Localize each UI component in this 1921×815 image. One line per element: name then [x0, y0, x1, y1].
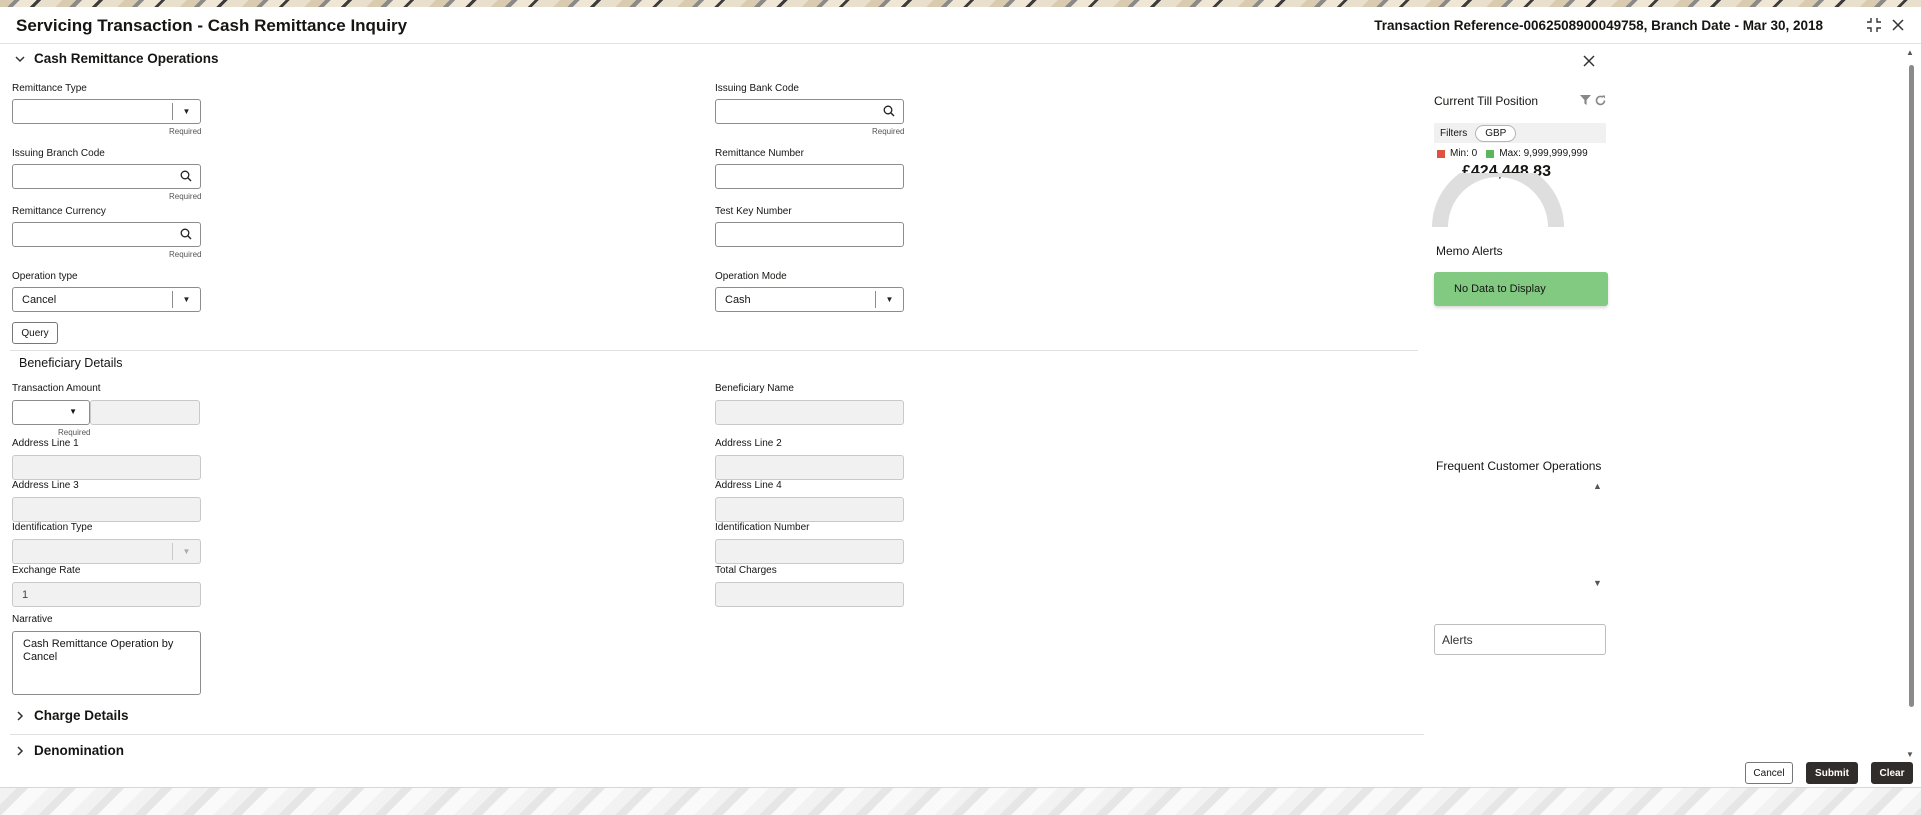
close-window-icon[interactable]: [1888, 15, 1908, 35]
chevron-down-icon[interactable]: ▼: [172, 291, 200, 308]
narrative-textarea[interactable]: Cash Remittance Operation by Cancel: [12, 631, 201, 695]
page-title: Servicing Transaction - Cash Remittance …: [16, 16, 408, 35]
max-legend-swatch: [1486, 149, 1495, 158]
till-legend: Min: 0 Max: 9,999,999,999: [1437, 148, 1588, 159]
chevron-right-icon: [14, 710, 26, 721]
min-legend-label: Min: 0: [1450, 148, 1478, 159]
section-denomination[interactable]: Denomination: [14, 743, 124, 758]
chevron-down-icon[interactable]: ▼: [172, 103, 200, 120]
scroll-down-icon[interactable]: ▼: [1593, 578, 1602, 588]
memo-alerts-title: Memo Alerts: [1436, 244, 1503, 258]
chevron-down-icon: [14, 54, 26, 64]
filters-label: Filters: [1440, 127, 1468, 139]
identification-number-input[interactable]: [715, 539, 904, 564]
identification-type-select[interactable]: ▼: [12, 539, 201, 564]
clear-button[interactable]: Clear: [1871, 762, 1913, 784]
remittance-type-select[interactable]: ▼: [12, 99, 201, 124]
required-hint: Required: [169, 192, 202, 201]
issuing-bank-code-input[interactable]: [715, 99, 904, 124]
submit-button[interactable]: Submit: [1806, 762, 1858, 784]
operation-mode-label: Operation Mode: [715, 271, 787, 282]
address-line-2-input[interactable]: [715, 455, 904, 480]
filter-icon[interactable]: [1580, 93, 1591, 111]
minimize-icon[interactable]: [1864, 15, 1884, 35]
total-charges-label: Total Charges: [715, 565, 777, 576]
remittance-currency-input[interactable]: [12, 222, 201, 247]
frequent-customer-operations-title: Frequent Customer Operations: [1436, 459, 1602, 473]
scrollbar-up-arrow[interactable]: ▲: [1906, 48, 1914, 57]
exchange-rate-label: Exchange Rate: [12, 565, 81, 576]
remittance-currency-label: Remittance Currency: [12, 206, 106, 217]
narrative-label: Narrative: [12, 614, 53, 625]
refresh-icon[interactable]: [1595, 93, 1606, 111]
remittance-number-label: Remittance Number: [715, 148, 804, 159]
till-filters-bar: Filters GBP: [1434, 123, 1606, 143]
search-icon[interactable]: [180, 228, 192, 240]
section-divider: [10, 350, 1418, 351]
chevron-right-icon: [14, 745, 26, 756]
section-charge-details[interactable]: Charge Details: [14, 708, 129, 723]
operation-mode-select[interactable]: Cash ▼: [715, 287, 904, 312]
chevron-down-icon[interactable]: ▼: [875, 291, 903, 308]
operation-type-select[interactable]: Cancel ▼: [12, 287, 201, 312]
chevron-down-icon[interactable]: ▼: [69, 407, 77, 416]
scroll-up-icon[interactable]: ▲: [1593, 481, 1602, 491]
issuing-branch-code-label: Issuing Branch Code: [12, 148, 105, 159]
background-strip-bottom: [0, 788, 1921, 815]
address-line-3-label: Address Line 3: [12, 480, 79, 491]
required-hint: Required: [169, 127, 202, 136]
required-hint: Required: [58, 428, 91, 437]
issuing-branch-code-input[interactable]: [12, 164, 201, 189]
background-strip-top: [0, 0, 1921, 7]
current-till-position-title: Current Till Position: [1434, 94, 1539, 108]
beneficiary-name-label: Beneficiary Name: [715, 383, 794, 394]
window-header: Servicing Transaction - Cash Remittance …: [0, 7, 1921, 44]
transaction-amount-input[interactable]: [90, 400, 200, 425]
beneficiary-name-input[interactable]: [715, 400, 904, 425]
section-cash-remittance-operations[interactable]: Cash Remittance Operations: [14, 51, 219, 66]
test-key-number-input[interactable]: [715, 222, 904, 247]
scrollbar-down-arrow[interactable]: ▼: [1906, 750, 1914, 759]
chevron-down-icon[interactable]: ▼: [172, 543, 200, 560]
required-hint: Required: [169, 250, 202, 259]
transaction-reference: Transaction Reference-0062508900049758, …: [1374, 18, 1823, 33]
identification-number-label: Identification Number: [715, 522, 810, 533]
operation-type-label: Operation type: [12, 271, 78, 282]
address-line-4-input[interactable]: [715, 497, 904, 522]
address-line-3-input[interactable]: [12, 497, 201, 522]
address-line-4-label: Address Line 4: [715, 480, 782, 491]
section-title: Charge Details: [34, 708, 129, 723]
query-button[interactable]: Query: [12, 322, 58, 344]
cancel-button[interactable]: Cancel: [1745, 762, 1793, 784]
beneficiary-details-title: Beneficiary Details: [19, 356, 123, 370]
memo-alerts-empty: No Data to Display: [1434, 272, 1608, 306]
max-legend-label: Max: 9,999,999,999: [1499, 148, 1588, 159]
section-title: Cash Remittance Operations: [34, 51, 219, 66]
section-title: Denomination: [34, 743, 124, 758]
search-icon[interactable]: [883, 105, 895, 117]
till-gauge: [1432, 173, 1564, 227]
alerts-box[interactable]: Alerts: [1434, 624, 1606, 655]
min-legend-swatch: [1437, 149, 1445, 158]
transaction-amount-label: Transaction Amount: [12, 383, 101, 394]
close-panel-icon[interactable]: [1583, 51, 1595, 72]
address-line-1-input[interactable]: [12, 455, 201, 480]
identification-type-label: Identification Type: [12, 522, 93, 533]
transaction-amount-currency-select[interactable]: ▼: [12, 400, 90, 425]
search-icon[interactable]: [180, 170, 192, 182]
currency-chip-gbp[interactable]: GBP: [1475, 124, 1517, 142]
remittance-number-input[interactable]: [715, 164, 904, 189]
address-line-2-label: Address Line 2: [715, 438, 782, 449]
issuing-bank-code-label: Issuing Bank Code: [715, 83, 799, 94]
transaction-window: Servicing Transaction - Cash Remittance …: [0, 7, 1921, 788]
address-line-1-label: Address Line 1: [12, 438, 79, 449]
scrollbar-thumb[interactable]: [1909, 65, 1914, 707]
test-key-number-label: Test Key Number: [715, 206, 792, 217]
total-charges-input[interactable]: [715, 582, 904, 607]
remittance-type-label: Remittance Type: [12, 83, 87, 94]
section-divider: [10, 734, 1424, 735]
required-hint: Required: [872, 127, 905, 136]
exchange-rate-input[interactable]: 1: [12, 582, 201, 607]
